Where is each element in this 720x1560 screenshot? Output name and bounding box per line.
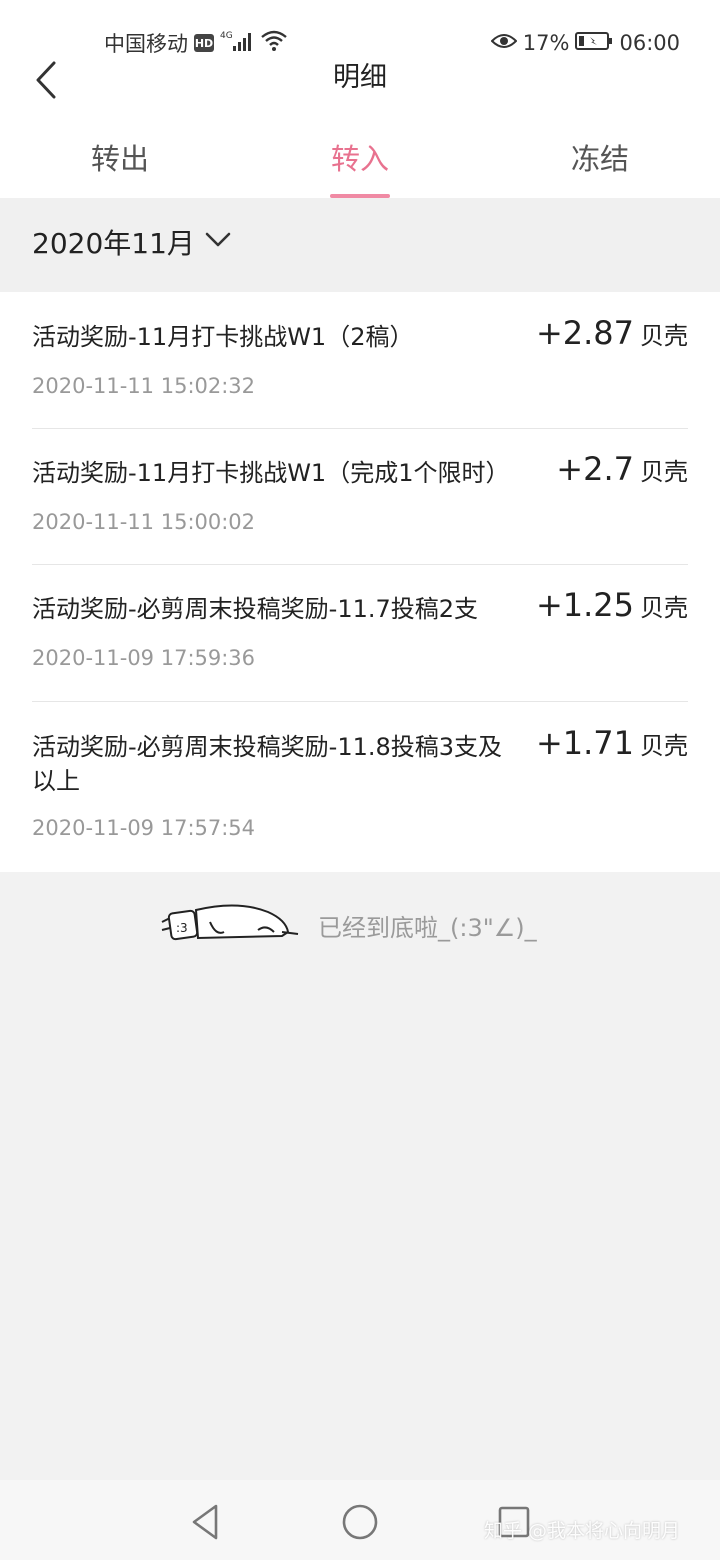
triangle-back-icon (184, 1504, 228, 1548)
row-divider (32, 428, 688, 429)
amount-value: +2.7 (556, 450, 634, 488)
transaction-title: 活动奖励-必剪周末投稿奖励-11.7投稿2支 (32, 595, 479, 623)
row-divider (32, 701, 688, 702)
amount-unit: 贝壳 (640, 594, 688, 622)
transaction-list: 活动奖励-11月打卡挑战W1（2稿） 2020-11-11 15:02:32 +… (0, 292, 720, 872)
transaction-time: 2020-11-11 15:00:02 (32, 510, 256, 534)
svg-text:4G: 4G (220, 31, 233, 41)
chevron-down-icon (205, 232, 231, 252)
transaction-amount: +1.71 贝壳 (536, 724, 688, 762)
amount-value: +1.25 (535, 586, 634, 624)
transaction-time: 2020-11-11 15:02:32 (32, 374, 256, 398)
watermark: 知乎 @我本将心向明月 (484, 1520, 681, 1542)
signal-icon: 4G (220, 29, 254, 57)
transaction-amount: +2.7 贝壳 (556, 450, 688, 488)
amount-unit: 贝壳 (640, 732, 688, 760)
nav-home-button[interactable] (338, 1500, 382, 1544)
tab-transfer-in[interactable]: 转入 (240, 132, 480, 198)
amount-value: +1.71 (535, 724, 634, 762)
hd-badge: HD (194, 34, 214, 52)
svg-text::3: :3 (176, 921, 188, 935)
transaction-time: 2020-11-09 17:57:54 (32, 816, 256, 840)
tab-transfer-in-label: 转入 (330, 142, 389, 176)
amount-unit: 贝壳 (640, 322, 688, 350)
transaction-row[interactable]: 活动奖励-必剪周末投稿奖励-11.8投稿3支及 以上 2020-11-09 17… (32, 724, 688, 850)
transaction-title: 活动奖励-11月打卡挑战W1（2稿） (32, 323, 414, 351)
lying-cat-icon: :3 (158, 902, 300, 946)
wifi-icon (260, 29, 288, 57)
month-bar: 2020年11月 (0, 198, 720, 292)
row-divider (32, 564, 688, 565)
status-left: 中国移动 HD 4G (104, 28, 288, 58)
status-right: 17% 06:00 (490, 28, 680, 58)
circle-home-icon (338, 1504, 382, 1548)
transaction-title: 活动奖励-11月打卡挑战W1（完成1个限时） (32, 459, 510, 487)
month-label: 2020年11月 (32, 227, 195, 260)
transaction-row[interactable]: 活动奖励-11月打卡挑战W1（2稿） 2020-11-11 15:02:32 +… (32, 314, 688, 400)
end-of-list-text: 已经到底啦_(:3"∠)_ (318, 914, 537, 942)
carrier-name: 中国移动 (104, 32, 188, 56)
nav-back-button[interactable] (184, 1500, 228, 1544)
end-of-list-note: :3 已经到底啦_(:3"∠)_ (0, 898, 720, 948)
transaction-row[interactable]: 活动奖励-必剪周末投稿奖励-11.7投稿2支 2020-11-09 17:59:… (32, 586, 688, 672)
clock: 06:00 (619, 31, 680, 55)
battery-percent: 17% (522, 31, 570, 55)
tab-transfer-out[interactable]: 转出 (0, 132, 240, 198)
tab-frozen[interactable]: 冻结 (480, 132, 720, 198)
eye-icon (490, 31, 518, 55)
transaction-row[interactable]: 活动奖励-11月打卡挑战W1（完成1个限时） 2020-11-11 15:00:… (32, 450, 688, 536)
tab-bar: 转出 转入 冻结 (0, 132, 720, 198)
page-title: 明细 (333, 62, 387, 93)
header: 明细 (0, 56, 720, 106)
transaction-time: 2020-11-09 17:59:36 (32, 646, 256, 670)
transaction-amount: +2.87 贝壳 (536, 314, 688, 352)
amount-unit: 贝壳 (640, 458, 688, 486)
transaction-title-line2: 以上 (32, 767, 80, 795)
battery-icon (575, 31, 613, 55)
transaction-amount: +1.25 贝壳 (536, 586, 688, 624)
transaction-title-line1: 活动奖励-必剪周末投稿奖励-11.8投稿3支及 (32, 733, 503, 761)
amount-value: +2.87 (535, 314, 634, 352)
month-selector[interactable]: 2020年11月 (32, 222, 231, 262)
